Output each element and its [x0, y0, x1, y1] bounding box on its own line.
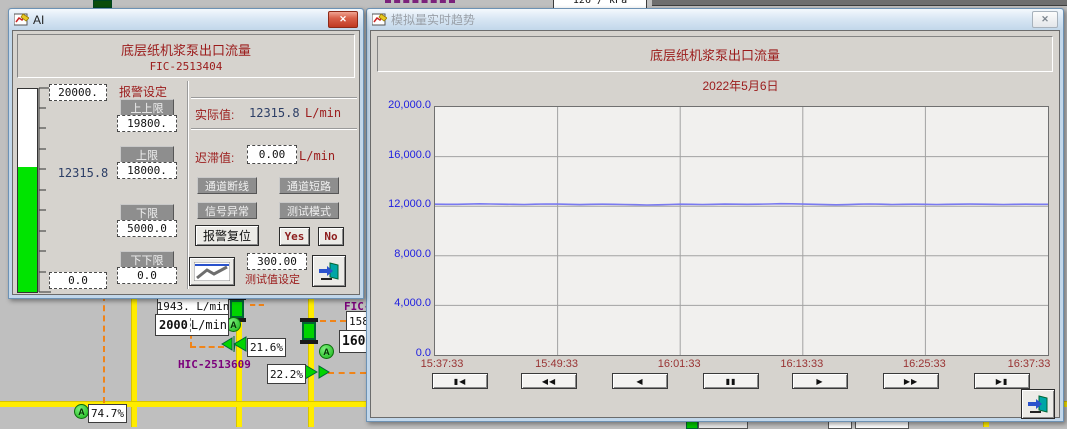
- actual-value-label: 实际值:: [195, 106, 234, 123]
- x-tick-label: 16:25:33: [903, 358, 946, 370]
- y-tick-label: 12,000.0: [373, 198, 431, 210]
- hysteresis-unit: L/min: [299, 149, 335, 163]
- alarm-reset-button[interactable]: 报警复位: [195, 225, 259, 246]
- alarm-lolo-label: 下下限: [120, 251, 174, 268]
- gauge-min-field[interactable]: 0.0: [49, 272, 107, 289]
- faceplate-description: 底层纸机浆泵出口流量: [18, 40, 354, 59]
- alarm-lolo-field[interactable]: 0.0: [117, 267, 177, 284]
- valve-percent-readout[interactable]: 21.6%: [247, 338, 286, 357]
- background-fragment: [93, 0, 112, 8]
- signal-line: [320, 320, 346, 322]
- x-tick-label: 16:37:33: [1008, 358, 1051, 370]
- playback-play-button[interactable]: ▶: [792, 373, 848, 389]
- analog-badge: A: [74, 404, 89, 419]
- exit-door-icon: [1027, 394, 1049, 414]
- faceplate-tag: FIC-2513404: [18, 60, 354, 73]
- x-tick-label: 15:49:33: [535, 358, 578, 370]
- trend-plot-area: [434, 106, 1049, 356]
- playback-fast-rewind-button[interactable]: ◀◀: [521, 373, 577, 389]
- hic-tag-label: HIC-2513609: [178, 358, 251, 371]
- level-gauge: [17, 88, 38, 293]
- trend-exit-button[interactable]: [1021, 389, 1055, 419]
- yes-button[interactable]: Yes: [279, 227, 310, 246]
- trend-window-title: 模拟量实时趋势: [391, 11, 475, 28]
- grid-lines: [435, 107, 1048, 355]
- hysteresis-field[interactable]: 0.00: [247, 145, 297, 164]
- ai-close-button[interactable]: ✕: [328, 11, 358, 28]
- analog-badge: A: [319, 344, 334, 359]
- playback-pause-button[interactable]: ▮▮: [703, 373, 759, 389]
- flow-setpoint-box[interactable]: 2000 L/min: [155, 314, 229, 336]
- x-tick-label: 16:13:33: [780, 358, 823, 370]
- divider: [191, 128, 357, 130]
- playback-rewind-button[interactable]: ◀: [612, 373, 668, 389]
- trend-header: 底层纸机浆泵出口流量: [377, 36, 1053, 72]
- trend-app-icon: [372, 13, 387, 26]
- flow-setpoint-value: 2000: [157, 318, 191, 332]
- faceplate-exit-button[interactable]: [312, 255, 346, 287]
- trend-window-content: 底层纸机浆泵出口流量 2022年5月6日 20,000.0 16,000.0 1…: [370, 30, 1060, 418]
- alarm-lo-field[interactable]: 5000.0: [117, 220, 177, 237]
- y-tick-label: 4,000.0: [373, 297, 431, 309]
- no-button[interactable]: No: [318, 227, 344, 246]
- flow-setpoint-unit: L/min: [191, 318, 227, 332]
- alarm-hi-field[interactable]: 18000.: [117, 162, 177, 179]
- valve-icon-left[interactable]: [221, 336, 248, 353]
- playback-fast-forward-button[interactable]: ▶▶: [883, 373, 939, 389]
- x-tick-label: 15:37:33: [421, 358, 464, 370]
- test-value-field[interactable]: 300.00: [247, 253, 307, 270]
- level-gauge-fill: [18, 167, 37, 292]
- gauge-max-field[interactable]: 20000.: [49, 84, 107, 101]
- ai-faceplate-window: AI ✕ 底层纸机浆泵出口流量 FIC-2513404 20000. 0.0 1…: [8, 8, 364, 299]
- ai-window-titlebar[interactable]: AI ✕: [9, 9, 363, 30]
- ai-window-content: 底层纸机浆泵出口流量 FIC-2513404 20000. 0.0 12315.…: [12, 30, 360, 295]
- ai-window-title: AI: [33, 13, 44, 27]
- signal-line: [328, 372, 366, 374]
- trend-close-button[interactable]: ✕: [1032, 11, 1058, 28]
- trend-line: [435, 204, 1048, 205]
- trend-chart-icon: [194, 262, 230, 281]
- channel-open-button[interactable]: 通道断线: [197, 177, 257, 194]
- exit-door-icon: [318, 261, 340, 281]
- open-trend-button[interactable]: [189, 257, 235, 286]
- y-tick-label: 16,000.0: [373, 149, 431, 161]
- actual-value-unit: L/min: [305, 106, 341, 120]
- background-fragment: [385, 0, 455, 6]
- gauge-scale-ticks: [38, 87, 52, 293]
- signal-line: [190, 346, 224, 348]
- trend-window: 模拟量实时趋势 ✕ 底层纸机浆泵出口流量 2022年5月6日 20,000.0 …: [366, 8, 1064, 422]
- trend-date-label: 2022年5月6日: [434, 77, 1047, 94]
- alarm-settings-title: 报警设定: [119, 83, 167, 100]
- channel-short-button[interactable]: 通道短路: [279, 177, 339, 194]
- trend-window-titlebar[interactable]: 模拟量实时趋势 ✕: [367, 9, 1063, 30]
- alarm-hihi-label: 上上限: [120, 99, 174, 116]
- playback-skip-start-button[interactable]: ▮◀: [432, 373, 488, 389]
- gauge-current-value: 12315.8: [55, 166, 111, 180]
- divider: [191, 97, 357, 99]
- alarm-hi-label: 上限: [120, 146, 174, 163]
- valve-percent-readout[interactable]: 22.2%: [267, 364, 306, 384]
- background-fragment: [652, 0, 1067, 6]
- signal-line: [103, 295, 105, 403]
- test-mode-button[interactable]: 测试模式: [279, 202, 339, 219]
- pump-symbol[interactable]: [300, 318, 318, 344]
- faceplate-header: 底层纸机浆泵出口流量 FIC-2513404: [17, 34, 355, 78]
- alarm-lo-label: 下限: [120, 204, 174, 221]
- valve-icon-right[interactable]: [303, 364, 330, 381]
- y-tick-label: 20,000.0: [373, 99, 431, 111]
- hysteresis-label: 迟滞值:: [195, 149, 234, 166]
- valve-percent-readout[interactable]: 74.7%: [88, 404, 127, 423]
- ai-app-icon: [14, 13, 29, 26]
- signal-abnormal-button[interactable]: 信号异常: [197, 202, 257, 219]
- actual-value: 12315.8: [249, 106, 300, 120]
- test-value-label: 测试值设定: [245, 271, 300, 287]
- y-tick-label: 8,000.0: [373, 248, 431, 260]
- x-tick-label: 16:01:33: [658, 358, 701, 370]
- playback-skip-end-button[interactable]: ▶▮: [974, 373, 1030, 389]
- signal-line: [250, 304, 264, 306]
- alarm-hihi-field[interactable]: 19800.: [117, 115, 177, 132]
